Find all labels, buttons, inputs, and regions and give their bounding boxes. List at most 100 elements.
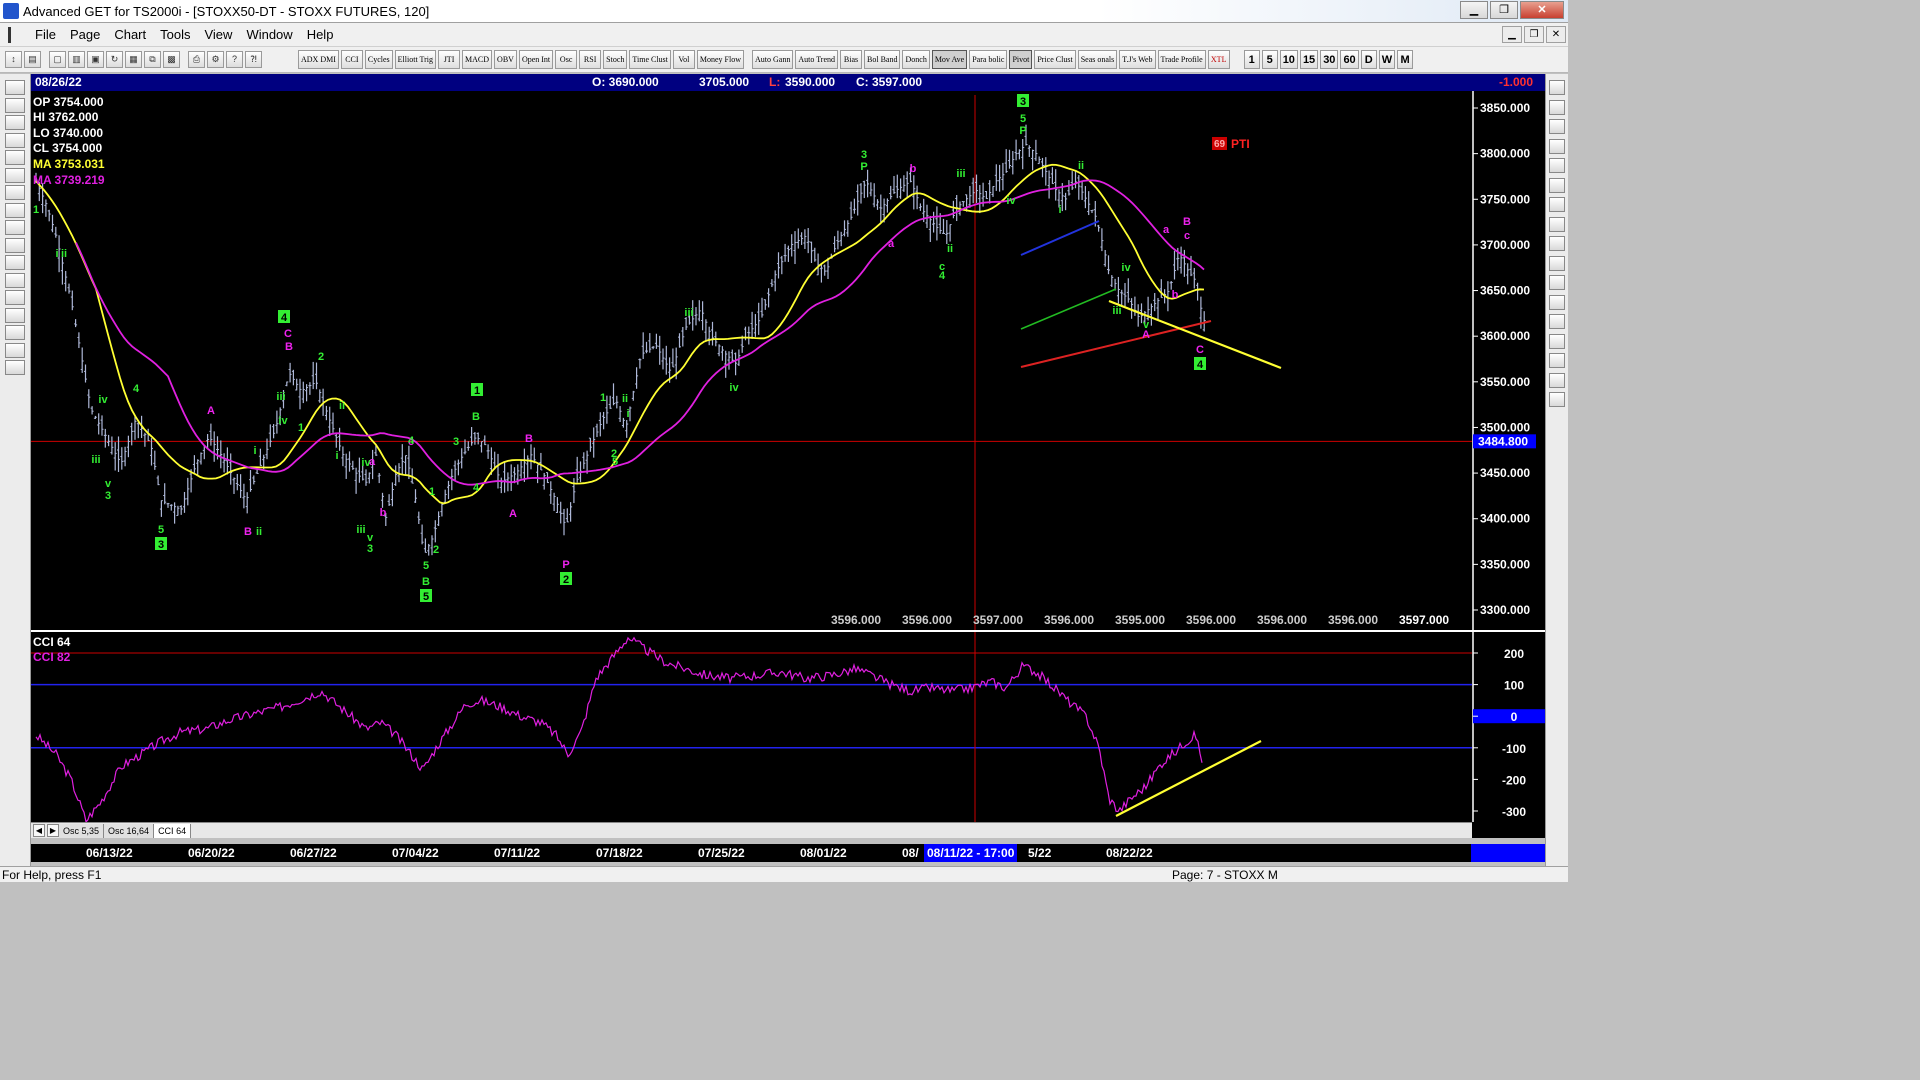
scale-icon[interactable] xyxy=(5,255,25,270)
interval-button-60[interactable]: 60 xyxy=(1340,50,1359,69)
tab-left-arrow-icon[interactable]: ◀ xyxy=(33,824,45,837)
menu-file[interactable]: File xyxy=(28,27,63,42)
pencil-icon[interactable] xyxy=(1549,80,1565,95)
cascade-icon[interactable]: ⧉ xyxy=(144,51,161,68)
tab-right-arrow-icon[interactable]: ▶ xyxy=(47,824,59,837)
new-page-icon[interactable]: ▢ xyxy=(49,51,66,68)
menu-page[interactable]: Page xyxy=(63,27,107,42)
info-icon[interactable]: ? xyxy=(226,51,243,68)
interval-button-m[interactable]: M xyxy=(1397,50,1414,69)
price-chart[interactable]: 3850.000 3800.000 3750.000 3700.000 3650.000… xyxy=(31,91,1545,630)
interval-button-w[interactable]: W xyxy=(1378,50,1396,69)
tool-button-xtl[interactable]: XTL xyxy=(1207,50,1230,69)
bars-icon[interactable] xyxy=(5,237,25,253)
up-arrow-icon[interactable] xyxy=(5,167,25,183)
layout-icon[interactable]: ▥ xyxy=(68,51,85,68)
interval-button-d[interactable]: D xyxy=(1360,50,1377,69)
lines-icon[interactable] xyxy=(5,290,25,305)
erase-icon[interactable] xyxy=(1549,333,1565,349)
fib-ext-icon[interactable] xyxy=(1549,138,1565,154)
tool-button-mov-ave[interactable]: Mov Ave xyxy=(931,50,968,69)
channel-icon[interactable] xyxy=(1549,197,1565,212)
text-icon[interactable] xyxy=(1549,294,1565,310)
copy-icon[interactable] xyxy=(1549,372,1565,388)
down-arrow-icon[interactable] xyxy=(5,185,25,200)
print-icon[interactable]: ⎙ xyxy=(188,51,205,68)
study-icon[interactable] xyxy=(5,132,25,148)
study-button-macd[interactable]: MACD xyxy=(462,50,493,69)
box-icon[interactable] xyxy=(1549,216,1565,232)
gann-icon[interactable] xyxy=(5,307,25,323)
close-button[interactable]: ✕ xyxy=(1520,1,1564,19)
trendline-icon[interactable] xyxy=(1549,99,1565,115)
mob-icon[interactable] xyxy=(1549,275,1565,290)
tool-button-auto-gann[interactable]: Auto Gann xyxy=(752,50,794,69)
study-button-obv[interactable]: OBV xyxy=(494,50,517,69)
right-arrow-icon[interactable] xyxy=(5,220,25,235)
box-icon[interactable] xyxy=(5,272,25,288)
study-button-cci[interactable]: CCI xyxy=(340,50,363,69)
tool-button-trade-profile[interactable]: Trade Profile xyxy=(1157,50,1206,69)
tool-button-bias[interactable]: Bias xyxy=(840,50,863,69)
study-button-open-int[interactable]: Open Int xyxy=(518,50,554,69)
study-button-stoch[interactable]: Stoch xyxy=(603,50,628,69)
interval-button-1[interactable]: 1 xyxy=(1243,50,1260,69)
study-button-jti[interactable]: JTI xyxy=(438,50,461,69)
interval-button-5[interactable]: 5 xyxy=(1261,50,1278,69)
reset-icon[interactable] xyxy=(5,115,25,130)
tool-button-t-j-s-web[interactable]: T.J's Web xyxy=(1119,50,1156,69)
left-arrow-icon[interactable] xyxy=(5,202,25,218)
price-chart-canvas[interactable]: 3850.000 3800.000 3750.000 3700.000 3650.000… xyxy=(31,91,1545,630)
refresh-icon[interactable]: ↻ xyxy=(106,51,123,68)
study-button-adx-dmi[interactable]: ADX DMI xyxy=(298,50,339,69)
tab-cci-64[interactable]: CCI 64 xyxy=(154,823,192,838)
print-icon[interactable] xyxy=(5,360,25,375)
mdi-close-button[interactable]: ✕ xyxy=(1546,26,1566,43)
study-button-time-clust[interactable]: Time Clust xyxy=(629,50,671,69)
tab-osc-5-35[interactable]: Osc 5,35 xyxy=(59,823,105,838)
grid-icon[interactable] xyxy=(1549,255,1565,271)
fib-ret-icon[interactable] xyxy=(1549,119,1565,134)
cursor-tool-icon[interactable]: ↕ xyxy=(5,51,22,68)
study-button-money-flow[interactable]: Money Flow xyxy=(696,50,745,69)
grid-icon[interactable]: ▩ xyxy=(163,51,180,68)
tool-button-bol-band[interactable]: Bol Band xyxy=(864,50,901,69)
study-button-elliott-trig[interactable]: Elliott Trig xyxy=(394,50,437,69)
tool-button-pivot[interactable]: Pivot xyxy=(1009,50,1033,69)
menu-view[interactable]: View xyxy=(197,27,239,42)
document-icon[interactable] xyxy=(8,26,22,43)
crosshair-icon[interactable] xyxy=(5,342,25,358)
menu-tools[interactable]: Tools xyxy=(153,27,197,42)
settings-icon[interactable]: ⚙ xyxy=(207,51,224,68)
mdi-restore-button[interactable]: ❐ xyxy=(1524,26,1544,43)
study-button-osc[interactable]: Osc xyxy=(555,50,578,69)
tool-button-price-clust[interactable]: Price Clust xyxy=(1034,50,1076,69)
copy-chart-icon[interactable]: ▣ xyxy=(87,51,104,68)
menu-chart[interactable]: Chart xyxy=(107,27,153,42)
minimize-button[interactable]: ▁ xyxy=(1460,1,1488,19)
pen-icon[interactable] xyxy=(1549,353,1565,368)
interval-button-30[interactable]: 30 xyxy=(1320,50,1339,69)
undo-icon[interactable] xyxy=(1549,392,1565,407)
zoom-icon[interactable] xyxy=(5,97,25,113)
cci-chart-canvas[interactable]: 200 100 0 -100 -200 -300 CCI 64CCI 82 xyxy=(31,632,1546,824)
tool-button-para-bolic[interactable]: Para bolic xyxy=(969,50,1008,69)
tile-icon[interactable]: ▦ xyxy=(125,51,142,68)
circle-icon[interactable] xyxy=(1549,177,1565,193)
menu-help[interactable]: Help xyxy=(300,27,341,42)
menu-window[interactable]: Window xyxy=(239,27,299,42)
fib-icon[interactable] xyxy=(5,325,25,340)
interval-button-10[interactable]: 10 xyxy=(1279,50,1298,69)
study-button-cycles[interactable]: Cycles xyxy=(364,50,393,69)
tool-button-seas-onals[interactable]: Seas onals xyxy=(1077,50,1118,69)
file-open-icon[interactable] xyxy=(5,80,25,95)
context-help-icon[interactable]: ⁈ xyxy=(245,51,262,68)
mdi-minimize-button[interactable]: ▁ xyxy=(1502,26,1522,43)
study-button-vol[interactable]: Vol xyxy=(672,50,695,69)
fib-time-icon[interactable] xyxy=(1549,158,1565,173)
magnify-icon[interactable] xyxy=(1549,314,1565,329)
cci-panel[interactable]: 200 100 0 -100 -200 -300 CCI 64 CCI 82 xyxy=(31,630,1546,824)
tool-button-donch[interactable]: Donch xyxy=(902,50,930,69)
tab-osc-16-64[interactable]: Osc 16,64 xyxy=(104,823,155,838)
maximize-button[interactable]: ❐ xyxy=(1490,1,1518,19)
